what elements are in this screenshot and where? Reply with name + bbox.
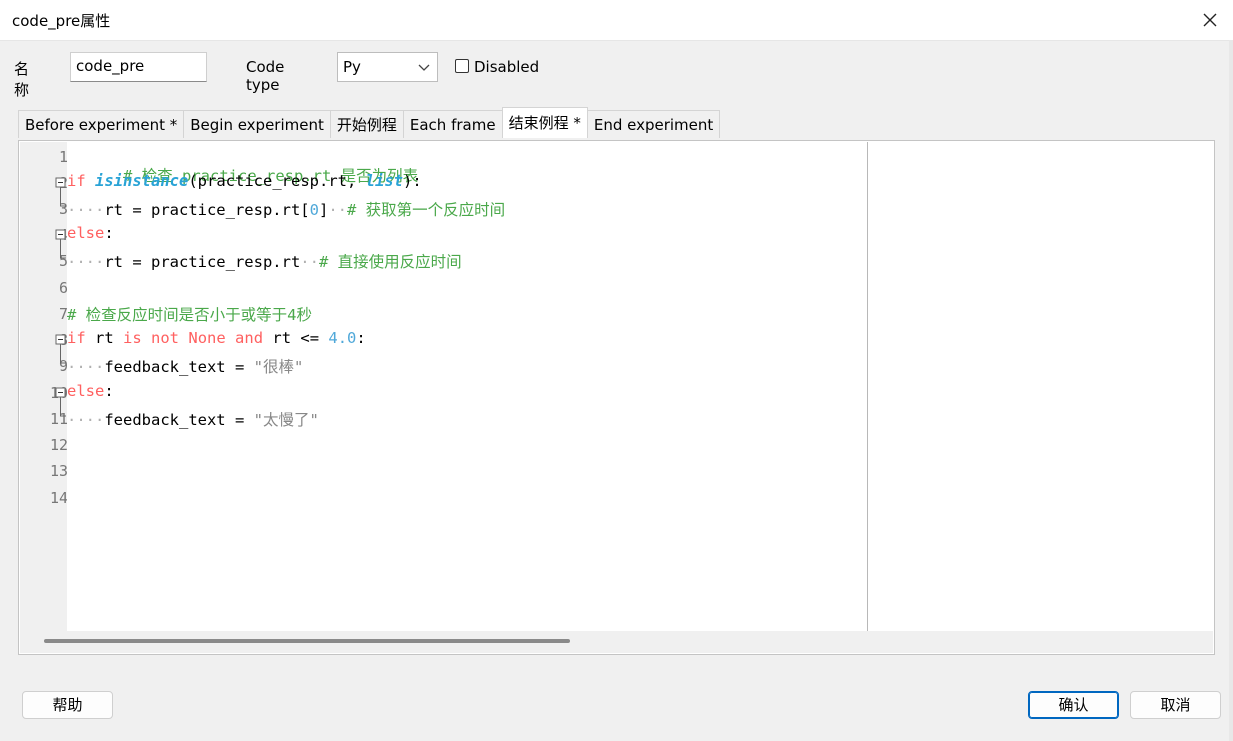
disabled-checkbox[interactable]: [455, 59, 469, 73]
code-line: if isinstance(practice_resp.rt, list):: [67, 172, 422, 190]
code-text: (practice_resp.rt,: [188, 172, 366, 190]
disabled-label: Disabled: [474, 58, 540, 76]
line-number: 14: [49, 489, 68, 507]
keyword: else: [67, 382, 105, 400]
window-border: [1229, 40, 1233, 741]
code-area[interactable]: # 检查 practice_resp.rt 是否为列表 if isinstanc…: [67, 142, 867, 631]
window-title: code_pre属性: [12, 12, 111, 30]
number: 0: [309, 201, 319, 219]
code-text: rt: [85, 329, 123, 347]
code-text: ):: [402, 172, 422, 190]
number: 4.0: [328, 329, 357, 347]
close-button[interactable]: [1187, 0, 1233, 40]
line-number-gutter: 1 2 3 4 5 6 7 8 9 10 11 12 13 14: [20, 142, 68, 631]
code-line: ····rt = practice_resp.rt[0]··# 获取第一个反应时…: [67, 201, 506, 219]
comment: # 检查反应时间是否小于或等于4秒: [67, 306, 312, 324]
line-number: 6: [58, 279, 68, 297]
code-text: :: [104, 224, 114, 242]
keyword: if: [67, 329, 86, 347]
fold-collapse-icon[interactable]: [54, 228, 68, 268]
keyword: None: [188, 329, 226, 347]
tab-begin-experiment[interactable]: Begin experiment: [183, 110, 331, 138]
line-number: 12: [49, 436, 68, 454]
keyword: if: [67, 172, 86, 190]
code-line: ····feedback_text = "很棒": [67, 358, 304, 376]
code-type-select[interactable]: Py: [337, 52, 438, 82]
keyword: is: [123, 329, 142, 347]
line-number: 1: [58, 148, 68, 166]
ok-button[interactable]: 确认: [1028, 691, 1119, 719]
code-line: ····feedback_text = "太慢了": [67, 411, 319, 429]
name-label: 名称: [14, 60, 30, 99]
code-editor: 1 2 3 4 5 6 7 8 9 10 11 12 13 14: [18, 140, 1215, 655]
line-number: 7: [58, 305, 68, 323]
builtin: list: [365, 172, 403, 190]
code-text: rt <=: [263, 329, 329, 347]
tab-begin-routine[interactable]: 开始例程: [329, 110, 404, 138]
horizontal-scrollbar[interactable]: [20, 631, 1213, 653]
tab-before-experiment[interactable]: Before experiment *: [18, 110, 185, 138]
code-line: ····rt = practice_resp.rt··# 直接使用反应时间: [67, 253, 462, 271]
code-text: :: [356, 329, 366, 347]
code-line: else:: [67, 382, 114, 400]
code-line: # 检查反应时间是否小于或等于4秒: [67, 303, 312, 325]
code-text: feedback_text =: [104, 411, 254, 429]
fold-collapse-icon[interactable]: [54, 386, 68, 426]
cancel-button[interactable]: 取消: [1130, 691, 1221, 719]
scrollbar-thumb[interactable]: [44, 639, 570, 643]
fold-collapse-icon[interactable]: [54, 333, 68, 373]
fold-collapse-icon[interactable]: [54, 176, 68, 216]
tab-end-experiment[interactable]: End experiment: [586, 110, 721, 138]
code-text: rt = practice_resp.rt[: [104, 201, 310, 219]
tab-bar: Before experiment * Begin experiment 开始例…: [18, 107, 721, 140]
keyword: else: [67, 224, 105, 242]
code-type-value: Py: [343, 58, 361, 76]
line-number: 13: [49, 462, 68, 480]
code-text: ]: [318, 201, 329, 219]
name-input-value: code_pre: [76, 57, 145, 75]
code-text: feedback_text =: [104, 358, 254, 376]
code-type-label: Code type: [246, 58, 285, 94]
code-line: if rt is not None and rt <= 4.0:: [67, 329, 366, 347]
close-icon: [1203, 13, 1217, 27]
chevron-down-icon: [418, 64, 430, 71]
keyword: and: [235, 329, 264, 347]
keyword: not: [151, 329, 180, 347]
string: "太慢了": [253, 411, 319, 429]
comment: # 获取第一个反应时间: [347, 201, 506, 219]
code-text: :: [104, 382, 114, 400]
code-line: else:: [67, 224, 114, 242]
title-bar: code_pre属性: [0, 0, 1233, 41]
edge-marker: [867, 142, 868, 631]
tab-each-frame[interactable]: Each frame: [402, 110, 503, 138]
tab-end-routine[interactable]: 结束例程 *: [501, 107, 588, 138]
string: "很棒": [253, 358, 304, 376]
builtin: isinstance: [95, 172, 189, 190]
name-input[interactable]: code_pre: [70, 52, 207, 82]
comment: # 直接使用反应时间: [318, 253, 462, 271]
help-button[interactable]: 帮助: [22, 691, 113, 719]
code-text: rt = practice_resp.rt: [104, 253, 301, 271]
